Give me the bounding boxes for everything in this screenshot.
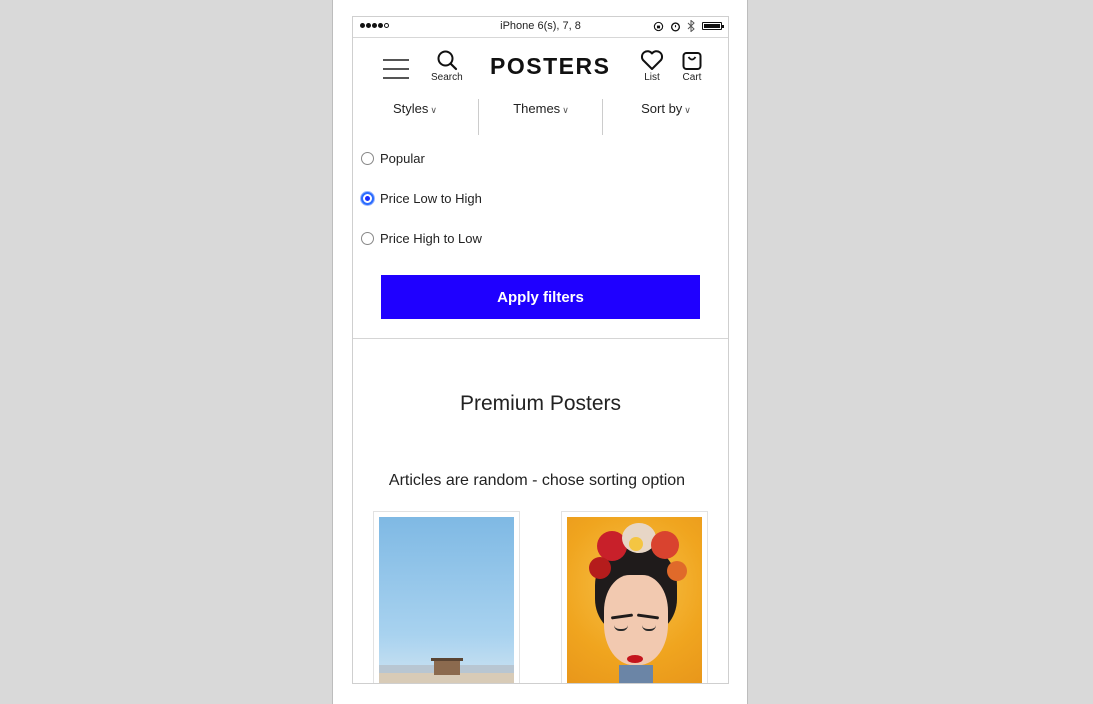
product-card[interactable] [561,511,708,683]
chevron-down-icon: ∨ [430,105,437,115]
divider [602,99,603,135]
divider [353,338,728,339]
cart-button[interactable]: Cart [680,49,704,83]
themes-filter[interactable]: Themes ∨ [479,95,603,135]
search-button[interactable]: Search [431,49,463,83]
alarm-icon [670,21,681,31]
product-card[interactable] [373,511,520,683]
styles-filter[interactable]: Styles ∨ [353,95,477,135]
desert-hut-poster-image [379,517,514,683]
sorting-note: Articles are random - chose sorting opti… [388,472,686,489]
frida-flowers-poster-image [567,517,702,683]
status-bar: iPhone 6(s), 7, 8 [353,17,728,38]
radio-price-high-low[interactable] [361,232,374,245]
sort-option-price-high-low[interactable]: Price High to Low [361,231,482,246]
heart-icon [640,50,664,70]
chevron-down-icon: ∨ [562,105,569,115]
radio-price-low-high[interactable] [361,192,374,205]
list-label: List [644,72,660,83]
orientation-lock-icon [653,21,664,31]
sort-by-filter-label: Sort by [641,101,683,116]
wishlist-button[interactable]: List [640,49,664,83]
menu-icon[interactable] [383,59,409,79]
sort-by-filter[interactable]: Sort by ∨ [604,95,728,135]
logo[interactable]: POSTERS [490,53,610,80]
sort-option-price-low-high[interactable]: Price Low to High [361,191,482,206]
radio-popular[interactable] [361,152,374,165]
bluetooth-icon [687,20,695,32]
shopping-bag-icon [682,52,702,70]
sort-option-label: Popular [380,151,425,166]
sort-option-label: Price High to Low [380,231,482,246]
themes-filter-label: Themes [513,101,561,116]
filter-bar: Styles ∨ Themes ∨ Sort by ∨ [353,95,728,137]
apply-filters-button[interactable]: Apply filters [381,275,700,319]
header: Search POSTERS List Cart [353,39,728,91]
cart-label: Cart [682,72,702,83]
search-label: Search [431,72,463,83]
sort-option-popular[interactable]: Popular [361,151,425,166]
phone-screen: iPhone 6(s), 7, 8 Search POSTERS List Ca… [352,16,729,684]
search-icon [437,50,457,71]
chevron-down-icon: ∨ [684,105,691,115]
styles-filter-label: Styles [393,101,429,116]
sort-option-label: Price Low to High [380,191,482,206]
battery-icon [702,22,724,30]
section-title: Premium Posters [459,392,622,415]
